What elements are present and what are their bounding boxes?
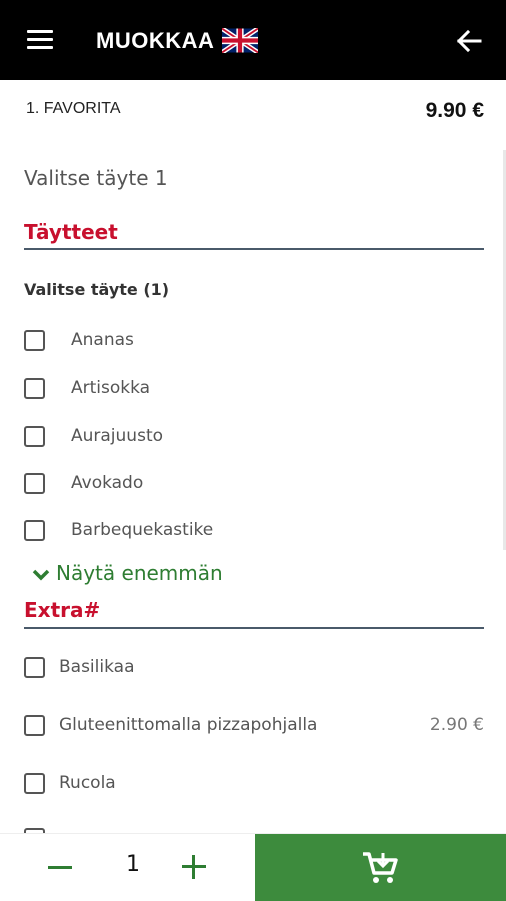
option-label: Barbequekastike [71, 520, 214, 540]
arrow-left-icon[interactable] [454, 26, 484, 56]
show-more-link[interactable]: Näytä enemmän [32, 561, 223, 585]
fillings-group-label: Valitse täyte (1) [24, 280, 170, 299]
filling-option[interactable]: Aurajuusto [24, 426, 484, 452]
product-price: 9.90 € [425, 99, 484, 122]
filling-option[interactable]: Avokado [24, 473, 484, 499]
decrease-quantity-button[interactable] [45, 854, 75, 880]
extra-option[interactable]: Basilikaa [24, 657, 484, 683]
bottom-action-bar: 1 [0, 833, 506, 901]
checkbox[interactable] [24, 378, 45, 399]
select-filling-heading: Valitse täyte 1 [24, 166, 168, 190]
uk-flag-icon[interactable] [222, 28, 258, 53]
checkbox[interactable] [24, 330, 45, 351]
filling-option[interactable]: Barbequekastike [24, 520, 484, 546]
option-label: Avokado [71, 473, 144, 493]
option-label: Rucola [59, 773, 116, 793]
option-price: 2.90 € [429, 715, 484, 735]
checkbox[interactable] [24, 426, 45, 447]
top-app-bar: MUOKKAA [0, 0, 506, 80]
section-divider [24, 248, 484, 250]
extra-option[interactable]: Rucola [24, 773, 484, 799]
checkbox[interactable] [24, 715, 45, 736]
extra-option[interactable]: Gluteenittomalla pizzapohjalla 2.90 € [24, 715, 484, 741]
hamburger-menu-icon[interactable] [27, 30, 55, 52]
chevron-down-icon [32, 569, 50, 580]
checkbox[interactable] [24, 773, 45, 794]
option-label: Basilikaa [59, 657, 135, 677]
option-label: Gluteenittomalla pizzapohjalla [59, 715, 318, 735]
option-label: Ananas [71, 330, 134, 350]
show-more-label: Näytä enemmän [56, 561, 223, 585]
filling-option[interactable]: Artisokka [24, 378, 484, 404]
section-divider [24, 627, 484, 629]
add-to-cart-button[interactable] [255, 834, 506, 901]
quantity-value: 1 [126, 852, 140, 877]
increase-quantity-button[interactable] [180, 853, 208, 881]
option-label: Aurajuusto [71, 426, 164, 446]
checkbox[interactable] [24, 520, 45, 541]
checkbox[interactable] [24, 657, 45, 678]
option-label: Artisokka [71, 378, 151, 398]
page-title: MUOKKAA [96, 28, 215, 53]
extras-section-title: Extra# [24, 598, 101, 622]
add-to-cart-icon [363, 852, 398, 883]
checkbox[interactable] [24, 473, 45, 494]
filling-option[interactable]: Ananas [24, 330, 484, 356]
product-name: 1. FAVORITA [26, 100, 121, 117]
fillings-section-title: Täytteet [24, 220, 118, 244]
